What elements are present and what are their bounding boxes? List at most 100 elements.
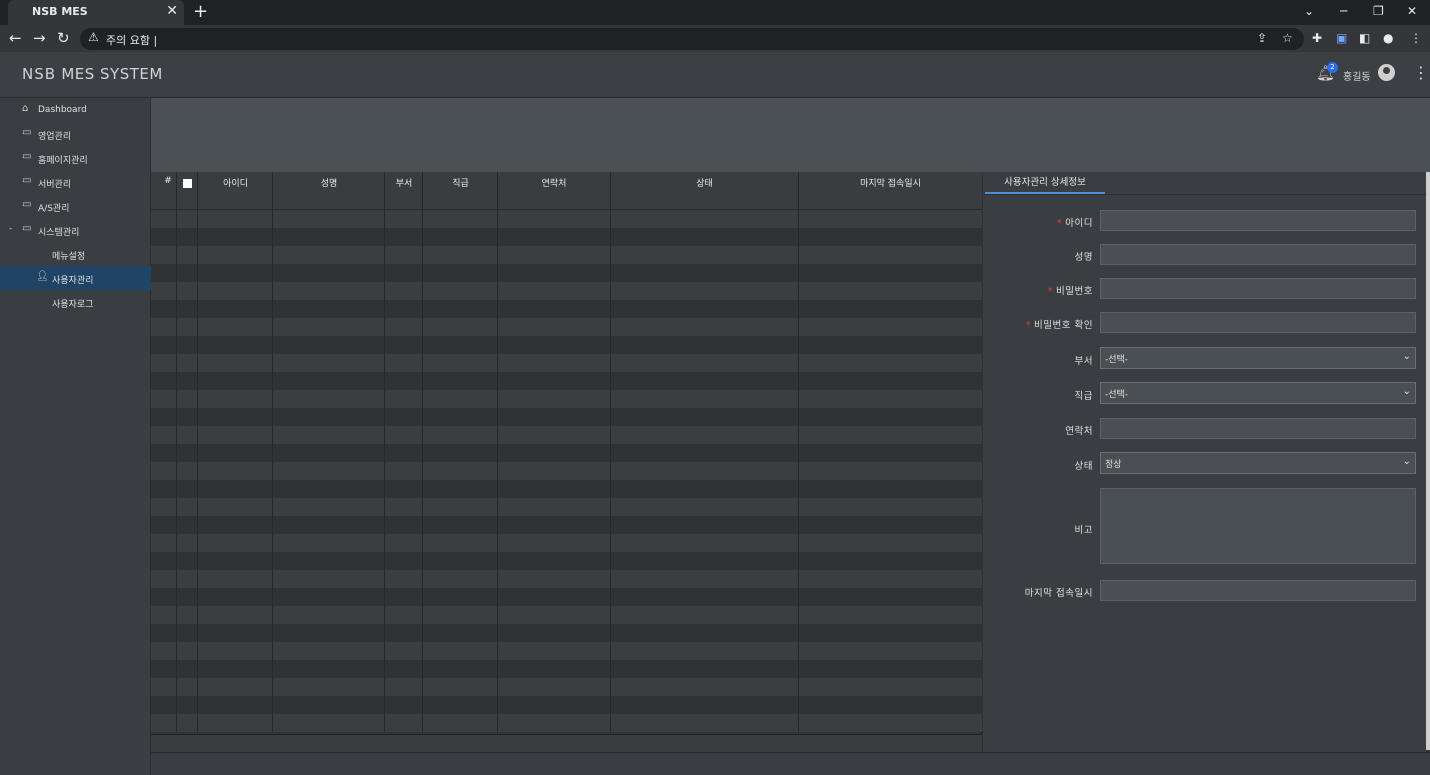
reload-icon[interactable]: ↻ <box>57 29 70 47</box>
column-header-id[interactable]: 아이디 <box>198 176 273 189</box>
sidebar-item-user-management[interactable]: 👤︎ 사용자관리 <box>0 266 151 290</box>
column-header-name[interactable]: 성명 <box>273 176 385 189</box>
column-divider <box>422 172 423 732</box>
app-header: NSB MES SYSTEM 🔔︎ 2 홍길동 ⋮ <box>0 52 1430 98</box>
tab-user-detail[interactable]: 사용자관리 상세정보 <box>985 174 1105 194</box>
table-row <box>151 498 982 516</box>
browser-menu-icon[interactable]: ⋮ <box>1410 31 1422 45</box>
table-row <box>151 552 982 570</box>
table-row <box>151 372 982 390</box>
bookmark-star-icon[interactable]: ☆ <box>1282 31 1293 45</box>
last-login-label: 마지막 접속일시 <box>1024 588 1093 599</box>
position-select[interactable]: -선택- ⌄ <box>1100 382 1416 404</box>
table-row <box>151 318 982 336</box>
forward-icon[interactable]: → <box>33 29 46 47</box>
column-divider <box>497 172 498 732</box>
user-account-icon[interactable] <box>1378 64 1395 81</box>
sidebar-item-server[interactable]: ▭ 서버관리 <box>0 170 151 194</box>
name-input[interactable] <box>1100 244 1416 265</box>
share-icon[interactable]: ⇪ <box>1257 31 1267 45</box>
column-divider <box>197 172 198 732</box>
sidebar-item-label: 메뉴설정 <box>52 252 86 262</box>
column-header-index: # <box>164 176 172 186</box>
table-row <box>151 606 982 624</box>
id-input[interactable] <box>1100 210 1416 231</box>
column-header-department[interactable]: 부서 <box>385 176 423 189</box>
app-logo[interactable]: NSB MES SYSTEM <box>22 65 163 83</box>
extensions-icon[interactable]: ✚ <box>1312 31 1322 45</box>
sidebar-item-as[interactable]: ▭ A/S관리 <box>0 194 151 218</box>
warning-icon: ⚠ <box>88 30 99 44</box>
sidebar-item-dashboard[interactable]: ⌂ Dashboard <box>0 98 151 122</box>
sidebar-item-menu-settings[interactable]: 메뉴설정 <box>0 242 151 266</box>
id-label: * 아이디 <box>1057 218 1093 229</box>
detail-panel: 사용자관리 상세정보 * 아이디 성명 * 비밀번호 * 비밀번호 확인 부서 -선택… <box>983 172 1427 752</box>
browser-tab-title: NSB MES <box>32 5 88 18</box>
tab-divider <box>983 194 1427 195</box>
grid-footer <box>151 734 982 752</box>
profile-icon[interactable]: ● <box>1383 31 1393 45</box>
more-menu-icon[interactable]: ⋮ <box>1413 63 1429 82</box>
collapse-icon[interactable]: - <box>9 224 12 234</box>
cast-icon[interactable]: ▣ <box>1336 31 1347 45</box>
sidebar-item-label: Dashboard <box>38 105 87 115</box>
address-bar[interactable]: ⚠ 주의 요함 | ⇪ ☆ <box>80 28 1304 50</box>
table-row <box>151 696 982 714</box>
table-row <box>151 210 982 228</box>
user-grid: # 아이디 성명 부서 직급 연락처 상태 마지막 접속일시 <box>151 172 982 752</box>
close-window-icon[interactable]: ✕ <box>1407 4 1417 18</box>
close-tab-icon[interactable]: ✕ <box>166 3 178 19</box>
sidebar-item-label: 사용자로그 <box>52 300 94 310</box>
select-all-checkbox[interactable] <box>183 179 192 188</box>
memo-textarea[interactable] <box>1100 488 1416 564</box>
department-label: 부서 <box>1074 356 1093 367</box>
table-row <box>151 264 982 282</box>
column-header-last-login[interactable]: 마지막 접속일시 <box>799 176 982 189</box>
minimize-icon[interactable]: ─ <box>1340 4 1347 18</box>
column-divider <box>610 172 611 732</box>
column-header-status[interactable]: 상태 <box>610 176 799 189</box>
sidebar-item-homepage[interactable]: ▭ 홈페이지관리 <box>0 146 151 170</box>
department-select[interactable]: -선택- ⌄ <box>1100 347 1416 369</box>
sidebar-item-system[interactable]: - ▭ 시스템관리 <box>0 218 151 242</box>
table-row <box>151 678 982 696</box>
department-select-value: -선택- <box>1105 355 1129 365</box>
chevron-down-icon: ⌄ <box>1402 456 1411 467</box>
table-row <box>151 228 982 246</box>
password-input[interactable] <box>1100 278 1416 299</box>
sidebar-item-label: A/S관리 <box>38 204 70 214</box>
restore-icon[interactable]: ❐ <box>1373 4 1384 18</box>
column-divider <box>272 172 273 732</box>
table-row <box>151 354 982 372</box>
user-icon: 👤︎ <box>36 271 49 282</box>
name-label: 성명 <box>1074 252 1093 263</box>
contact-input[interactable] <box>1100 418 1416 439</box>
folder-icon: ▭ <box>22 151 32 162</box>
contact-label: 연락처 <box>1065 426 1093 437</box>
sidebar-item-user-log[interactable]: 사용자로그 <box>0 290 151 314</box>
side-panel-icon[interactable]: ◧ <box>1359 31 1370 45</box>
column-header-contact[interactable]: 연락처 <box>498 176 610 189</box>
new-tab-button[interactable]: + <box>193 1 208 22</box>
status-select[interactable]: 정상 ⌄ <box>1100 452 1416 474</box>
sidebar-item-sales[interactable]: ▭ 영업관리 <box>0 122 151 146</box>
table-row <box>151 246 982 264</box>
user-name[interactable]: 홍길동 <box>1343 68 1371 83</box>
browser-tab[interactable]: NSB MES ✕ <box>8 0 184 25</box>
back-icon[interactable]: ← <box>9 29 22 47</box>
column-divider <box>798 172 799 732</box>
folder-icon: ▭ <box>22 127 32 138</box>
column-header-position[interactable]: 직급 <box>423 176 498 189</box>
sidebar: ⌂ Dashboard ▭ 영업관리 ▭ 홈페이지관리 ▭ 서버관리 ▭ A/S… <box>0 98 151 775</box>
browser-tabstrip: NSB MES ✕ + ⌄ ─ ❐ ✕ <box>0 0 1430 25</box>
password-confirm-input[interactable] <box>1100 312 1416 333</box>
scrollbar[interactable] <box>1426 172 1430 750</box>
table-row <box>151 480 982 498</box>
table-row <box>151 408 982 426</box>
column-divider <box>384 172 385 732</box>
status-select-value: 정상 <box>1105 460 1122 470</box>
table-row <box>151 300 982 318</box>
last-login-input <box>1100 580 1416 601</box>
tab-search-icon[interactable]: ⌄ <box>1304 4 1314 18</box>
chevron-down-icon: ⌄ <box>1402 351 1411 362</box>
